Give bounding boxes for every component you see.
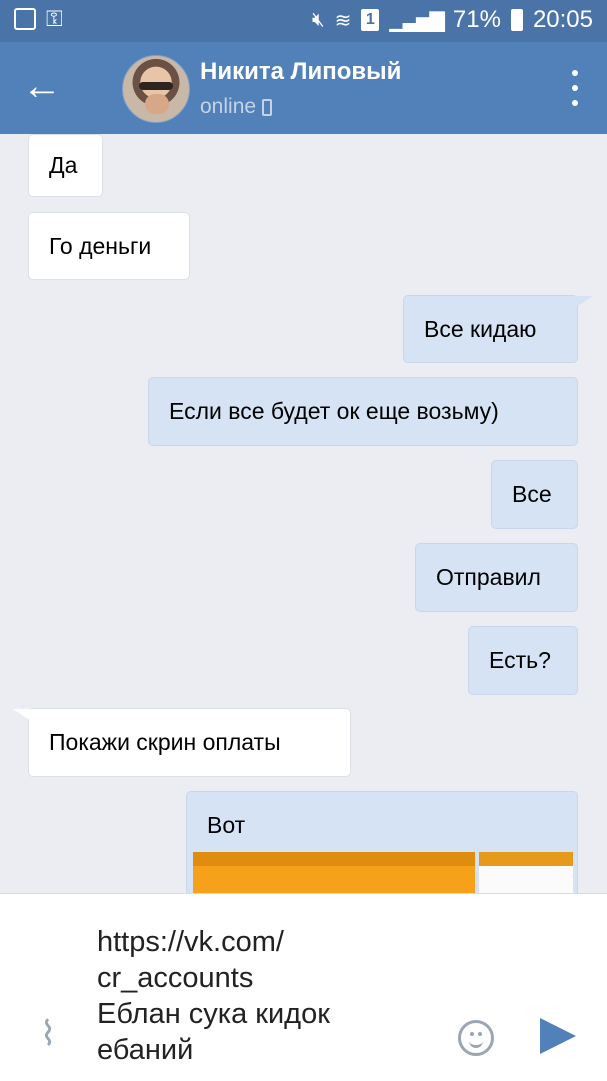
message-text: Отправил (436, 564, 541, 590)
message-text: Покажи скрин оплаты (49, 729, 281, 755)
battery-percent: 71% (452, 6, 501, 33)
message-bubble-outgoing[interactable]: Если все будет ок еще возьму) (148, 377, 578, 446)
message-text: Вот (207, 812, 246, 838)
status-text: online (200, 95, 257, 118)
message-text: Если все будет ок еще возьму) (169, 398, 499, 424)
message-bubble-incoming[interactable]: Да (28, 134, 103, 197)
arrow-left-icon[interactable]: ← (22, 66, 62, 106)
message-text: Есть? (489, 647, 551, 673)
contact-status: online (200, 95, 273, 119)
paperclip-icon[interactable]: ⌇ (28, 1014, 68, 1054)
mobile-phone-icon (262, 98, 273, 116)
wifi-icon: ≋ (334, 9, 352, 32)
message-bubble-incoming[interactable]: Го деньги (28, 212, 190, 280)
smiley-icon[interactable] (458, 1020, 494, 1056)
status-bar: ⚿ 🔇︎ ≋ 1 ▁▃▅▇ 71% 20:05 (0, 0, 607, 42)
send-icon[interactable] (540, 1018, 576, 1054)
message-text: Все (512, 481, 552, 507)
status-bar-right: 🔇︎ ≋ 1 ▁▃▅▇ 71% 20:05 (312, 6, 593, 34)
avatar-glasses (139, 82, 173, 90)
image-icon (14, 8, 36, 30)
more-vert-icon[interactable] (569, 70, 581, 106)
message-text: Все кидаю (424, 315, 537, 342)
mute-icon: 🔇︎ (311, 8, 325, 31)
message-bubble-outgoing[interactable]: Все (491, 460, 578, 529)
message-input[interactable]: https://vk.com/ cr_accounts Еблан сука к… (97, 924, 427, 1074)
battery-icon (510, 9, 523, 31)
signal-icon: ▁▃▅▇ (389, 9, 445, 32)
clock: 20:05 (532, 6, 593, 33)
message-text: Го деньги (49, 232, 152, 259)
message-bubble-outgoing[interactable]: Все кидаю (403, 295, 593, 363)
sim-icon: 1 (361, 9, 380, 31)
message-text: Да (49, 152, 78, 178)
status-bar-left: ⚿ (14, 8, 63, 30)
message-bubble-incoming[interactable]: Покажи скрин оплаты (13, 708, 351, 777)
avatar[interactable] (122, 55, 190, 123)
chat-header: ← Никита Липовый online (0, 42, 607, 134)
message-composer: ⌇ https://vk.com/ cr_accounts Еблан сука… (0, 893, 607, 1081)
key-icon: ⚿ (46, 6, 63, 31)
message-bubble-outgoing[interactable]: Есть? (468, 626, 578, 695)
contact-name[interactable]: Никита Липовый (200, 58, 401, 86)
message-bubble-outgoing[interactable]: Отправил (415, 543, 578, 612)
avatar-hand (145, 94, 169, 114)
